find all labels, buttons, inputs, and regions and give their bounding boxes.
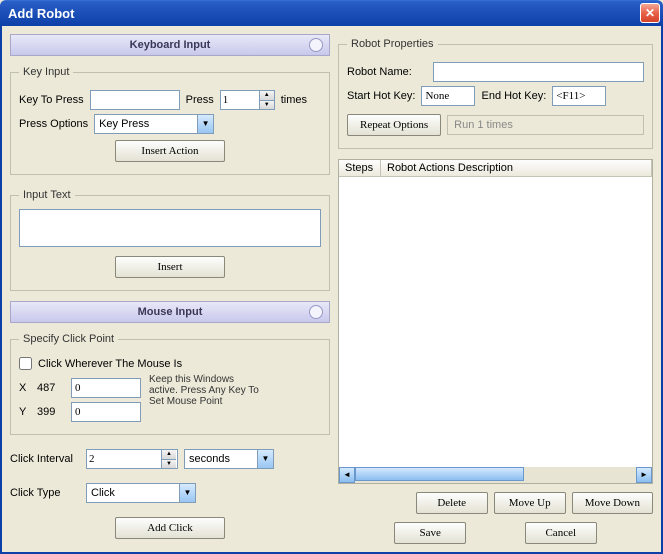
click-interval-label: Click Interval <box>10 453 80 465</box>
click-type-select[interactable]: Click ▼ <box>86 483 196 503</box>
key-to-press-input[interactable] <box>90 90 180 110</box>
interval-unit-select[interactable]: seconds ▼ <box>184 449 274 469</box>
mouse-panel-header[interactable]: Mouse Input <box>10 301 330 323</box>
click-interval-spinner[interactable]: ▲▼ <box>86 449 178 469</box>
click-point-legend: Specify Click Point <box>19 333 118 345</box>
spinner-down-icon[interactable]: ▼ <box>259 101 274 110</box>
save-button[interactable]: Save <box>394 522 466 544</box>
repeat-display: Run 1 times <box>447 115 644 135</box>
table-header: Steps Robot Actions Description <box>339 160 652 177</box>
robot-properties-group: Robot Properties Robot Name: Start Hot K… <box>338 38 653 149</box>
table-body[interactable] <box>339 177 652 467</box>
chevron-down-icon[interactable]: ▼ <box>197 115 213 133</box>
window-title: Add Robot <box>8 6 640 21</box>
x-label: X <box>19 382 31 394</box>
col-desc[interactable]: Robot Actions Description <box>381 160 652 176</box>
robot-properties-legend: Robot Properties <box>347 38 438 50</box>
input-text-area[interactable] <box>19 209 321 247</box>
col-steps[interactable]: Steps <box>339 160 381 176</box>
scroll-left-icon[interactable]: ◄ <box>339 467 355 483</box>
x-input[interactable] <box>71 378 141 398</box>
close-icon[interactable]: ✕ <box>640 3 660 23</box>
actions-table: Steps Robot Actions Description ◄ ► <box>338 159 653 484</box>
mouse-hint: Keep this Windows active. Press Any Key … <box>149 374 259 407</box>
dialog-body: Keyboard Input Key Input Key To Press Pr… <box>0 26 663 554</box>
press-count-input[interactable] <box>221 91 259 109</box>
collapse-icon[interactable] <box>309 305 323 319</box>
click-point-group: Specify Click Point Click Wherever The M… <box>10 333 330 435</box>
start-hotkey-label: Start Hot Key: <box>347 90 415 102</box>
titlebar: Add Robot ✕ <box>0 0 663 26</box>
times-label: times <box>281 94 307 106</box>
press-count-spinner[interactable]: ▲▼ <box>220 90 275 110</box>
mouse-panel-title: Mouse Input <box>138 306 203 318</box>
spinner-up-icon[interactable]: ▲ <box>259 91 274 101</box>
horizontal-scrollbar[interactable]: ◄ ► <box>339 467 652 483</box>
scroll-right-icon[interactable]: ► <box>636 467 652 483</box>
scroll-track[interactable] <box>355 467 636 483</box>
cancel-button[interactable]: Cancel <box>525 522 597 544</box>
wherever-label: Click Wherever The Mouse Is <box>38 358 182 370</box>
spinner-down-icon[interactable]: ▼ <box>161 460 176 469</box>
chevron-down-icon[interactable]: ▼ <box>257 450 273 468</box>
y-input[interactable] <box>71 402 141 422</box>
move-down-button[interactable]: Move Down <box>572 492 653 514</box>
delete-button[interactable]: Delete <box>416 492 488 514</box>
key-input-legend: Key Input <box>19 66 73 78</box>
input-text-group: Input Text Insert <box>10 189 330 291</box>
keyboard-panel-header[interactable]: Keyboard Input <box>10 34 330 56</box>
robot-name-label: Robot Name: <box>347 66 427 78</box>
end-hotkey-label: End Hot Key: <box>481 90 546 102</box>
click-type-value: Click <box>87 487 179 499</box>
wherever-checkbox[interactable] <box>19 357 32 370</box>
move-up-button[interactable]: Move Up <box>494 492 566 514</box>
x-display: 487 <box>37 382 65 394</box>
repeat-options-button[interactable]: Repeat Options <box>347 114 441 136</box>
key-input-group: Key Input Key To Press Press ▲▼ times Pr… <box>10 66 330 175</box>
start-hotkey-input[interactable] <box>421 86 475 106</box>
collapse-icon[interactable] <box>309 38 323 52</box>
press-options-select[interactable]: Key Press ▼ <box>94 114 214 134</box>
press-options-value: Key Press <box>95 118 197 130</box>
input-text-legend: Input Text <box>19 189 75 201</box>
interval-unit-value: seconds <box>185 453 257 465</box>
scroll-thumb[interactable] <box>355 467 524 481</box>
keyboard-panel-title: Keyboard Input <box>130 39 211 51</box>
spinner-up-icon[interactable]: ▲ <box>161 450 176 460</box>
chevron-down-icon[interactable]: ▼ <box>179 484 195 502</box>
press-label: Press <box>186 94 214 106</box>
add-click-button[interactable]: Add Click <box>115 517 225 539</box>
press-options-label: Press Options <box>19 118 88 130</box>
click-type-label: Click Type <box>10 487 80 499</box>
robot-name-input[interactable] <box>433 62 644 82</box>
y-display: 399 <box>37 406 65 418</box>
insert-action-button[interactable]: Insert Action <box>115 140 225 162</box>
insert-button[interactable]: Insert <box>115 256 225 278</box>
key-to-press-label: Key To Press <box>19 94 84 106</box>
click-interval-input[interactable] <box>87 450 161 468</box>
y-label: Y <box>19 406 31 418</box>
end-hotkey-input[interactable] <box>552 86 606 106</box>
